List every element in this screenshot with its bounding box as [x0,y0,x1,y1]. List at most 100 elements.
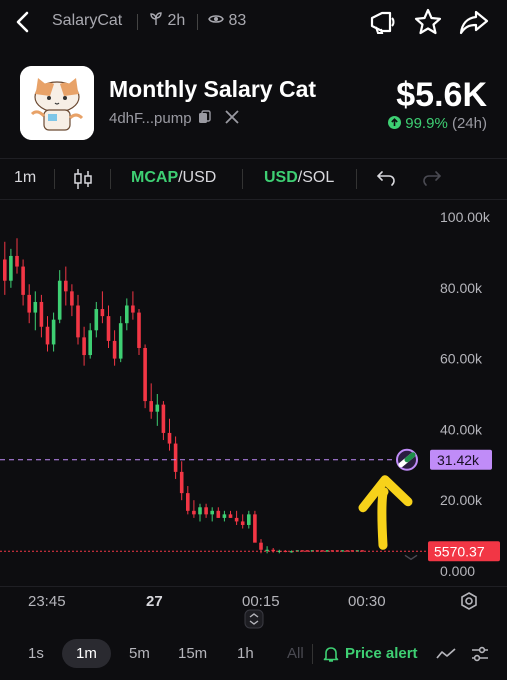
candle [57,280,62,320]
candle [88,330,92,356]
candle [3,259,7,281]
token-address[interactable]: 4dhF...pump [109,110,192,127]
divider [137,14,138,30]
candle [198,507,202,515]
last-price-label: 5570.37 [434,543,485,559]
scroll-handle-icon[interactable] [244,609,264,629]
top-bar: SalaryCat 2h 83 [0,0,507,44]
interval-1m[interactable]: 1m [62,639,111,668]
y-tick-label: 60.00k [440,351,483,367]
candle [161,404,166,433]
candle [222,514,227,518]
annotation-arrow [377,487,389,550]
candlestick-type-icon[interactable] [72,167,94,191]
candle [39,301,44,327]
age-value: 2h [167,12,186,29]
up-arrow-circle-icon [388,116,402,129]
y-tick-label: 40.00k [440,421,483,437]
usd-sol-toggle[interactable]: USD/SOL [264,169,334,187]
candle [155,404,160,412]
watchers-count: 83 [228,12,247,29]
divider [356,169,357,189]
candle [192,510,196,515]
interval-1h[interactable]: 1h [237,645,254,662]
chevron-down-icon[interactable] [404,554,418,561]
y-tick-label: 100.00k [440,209,491,225]
candle [82,337,86,356]
time-axis: 23:45 27 00:15 00:30 [0,586,507,629]
candle [76,305,80,338]
interval-5m[interactable]: 5m [129,645,150,662]
interval-15m[interactable]: 15m [178,645,207,662]
y-tick-label: 80.00k [440,280,483,296]
candle [210,510,214,515]
price-alert-button[interactable]: Price alert [345,645,418,662]
candlestick-chart[interactable]: 100.00k 80.00k 60.00k 40.00k 20.00k 0.000 31.4… [0,200,507,585]
line-chart-icon[interactable] [436,646,456,662]
divider [312,644,313,664]
candle [204,507,208,515]
candle [265,549,269,551]
change-period: (24h) [451,115,487,132]
token-address-row: 4dhF...pump [109,110,239,127]
copy-icon[interactable] [198,110,211,124]
sprout-icon [150,12,162,25]
token-name: Monthly Salary Cat [109,76,317,102]
candle [45,326,50,345]
star-icon[interactable] [412,6,444,38]
undo-icon[interactable] [376,169,396,187]
token-info: Monthly Salary Cat 4dhF...pump $5.6K 99.… [0,60,507,150]
back-arrow-icon[interactable] [10,8,36,36]
y-tick-label: 20.00k [440,492,483,508]
redo-icon[interactable] [422,169,442,187]
candle [228,514,233,518]
watchers-badge: 83 [208,12,246,30]
candle [9,255,13,281]
token-avatar [20,66,94,140]
interval-all[interactable]: All [287,645,304,662]
candle [112,340,117,359]
candle [234,517,239,522]
candle [70,291,74,306]
divider [197,14,198,30]
candle [27,294,31,313]
bell-icon[interactable] [322,645,340,663]
megaphone-icon[interactable] [366,6,398,38]
candle [131,305,135,313]
share-icon[interactable] [458,6,490,38]
x-tick-label: 27 [146,593,163,610]
sliders-icon[interactable] [470,644,490,664]
candle [51,319,56,345]
interval-selector[interactable]: 1m [14,169,36,187]
candle [137,312,141,348]
x-tick-label: 00:30 [348,593,386,610]
candle [100,309,105,317]
marker-price-label: 31.42k [437,452,480,468]
divider [54,169,55,189]
divider [242,169,243,189]
candle [118,323,123,359]
candle [240,521,245,525]
x-tick-label: 23:45 [28,593,66,610]
candle [106,316,111,341]
candle [94,309,99,331]
candle [143,347,147,402]
candle [259,542,263,550]
candle [216,510,221,518]
candle [125,305,129,324]
interval-1s[interactable]: 1s [28,645,44,662]
chart-settings-icon[interactable] [459,591,479,611]
candle [167,432,172,444]
candle [173,443,178,472]
candle [149,401,153,412]
divider [110,169,111,189]
candle [186,493,190,511]
mcap-usd-toggle[interactable]: MCAP/USD [131,169,216,187]
chart-toolbar: 1m MCAP/USD USD/SOL [0,158,507,200]
candle [179,471,184,494]
token-symbol: SalaryCat [52,12,123,29]
x-logo-icon[interactable] [225,110,239,124]
interval-bar: 1s 1m 5m 15m 1h All Price alert [0,636,507,672]
age-badge: 2h [149,12,185,30]
change-percent: 99.9% [405,115,448,132]
